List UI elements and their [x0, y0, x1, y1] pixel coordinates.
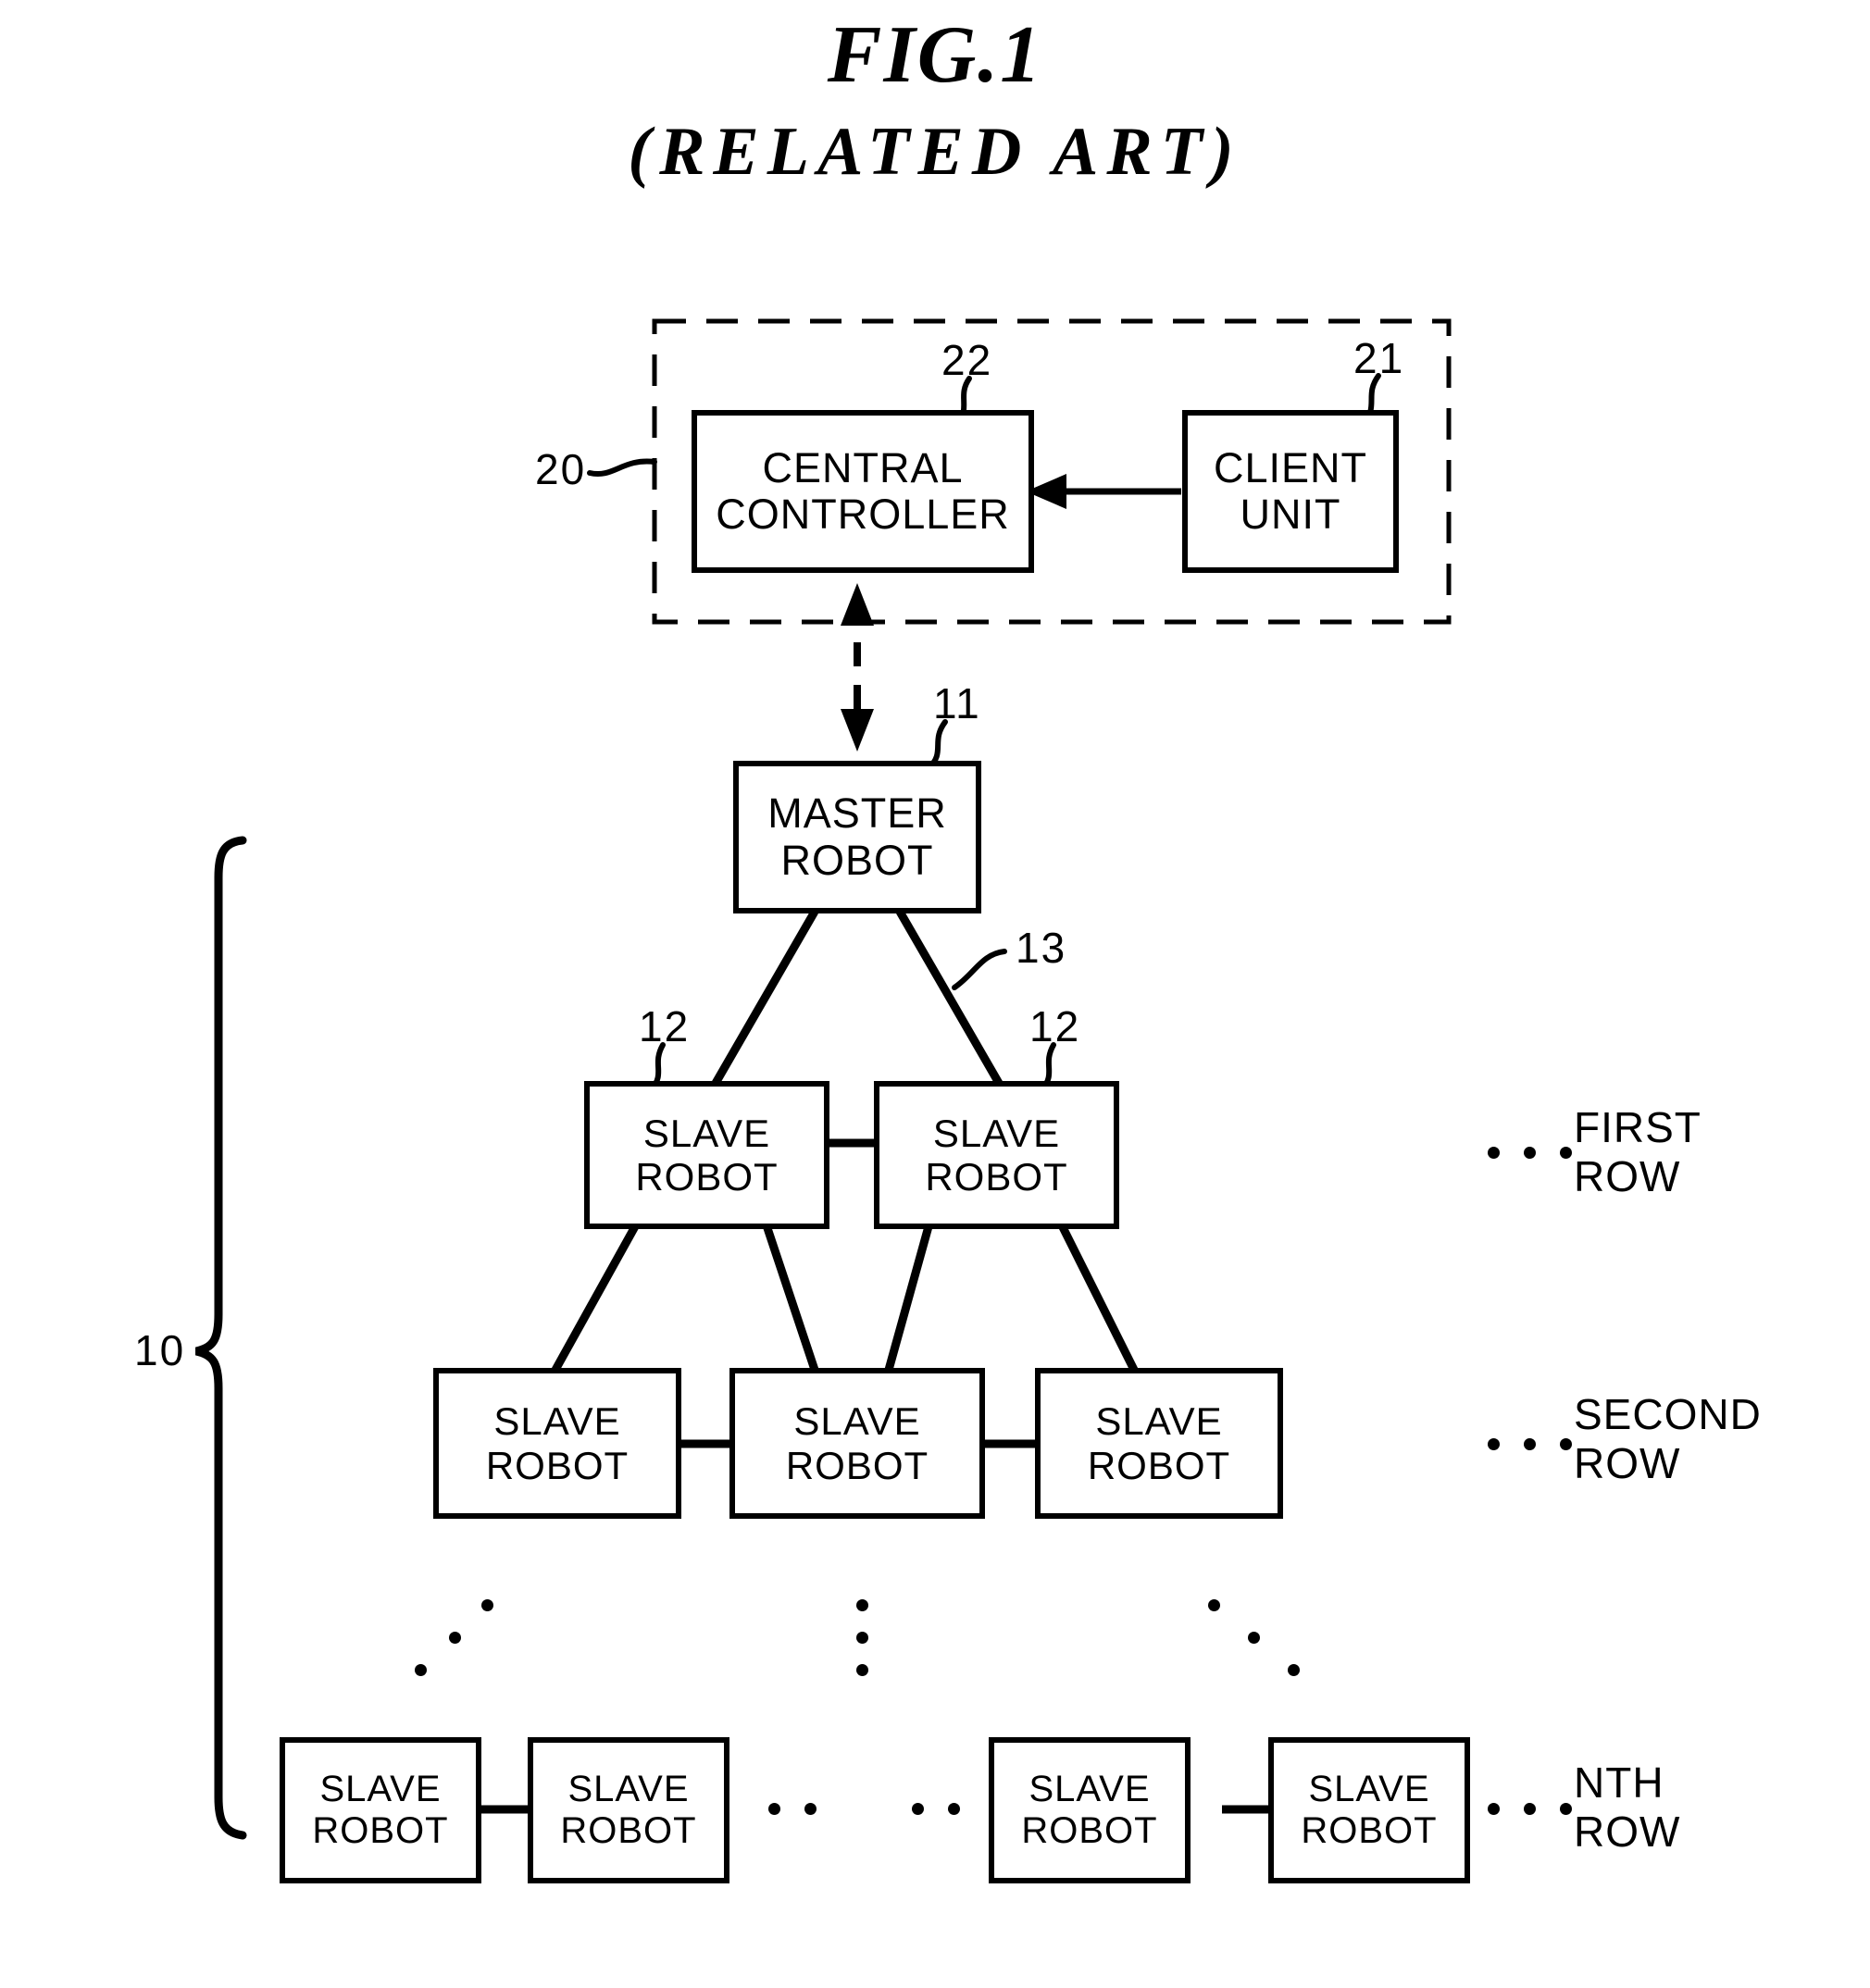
- ellipsis-dot: [1560, 1438, 1572, 1450]
- figure-title-block: FIG.1 (RELATED ART): [0, 10, 1870, 195]
- ref-numeral-20: 20: [535, 445, 587, 493]
- slave-label-line2: ROBOT: [925, 1155, 1068, 1199]
- node-master-robot[interactable]: MASTER ROBOT: [733, 761, 981, 913]
- ref-numeral-11: 11: [933, 679, 981, 727]
- leader-line-20: [587, 458, 657, 478]
- row-caption-second: SECOND ROW: [1574, 1390, 1762, 1488]
- slave-label-line1: SLAVE: [1095, 1399, 1223, 1444]
- slave-label-line1: SLAVE: [1028, 1769, 1151, 1810]
- slave-label-line2: ROBOT: [485, 1443, 630, 1487]
- slave-label-line2: ROBOT: [1301, 1810, 1438, 1851]
- ellipsis-dot: [948, 1803, 960, 1815]
- node-master-robot-line1: MASTER: [767, 789, 947, 838]
- arrowhead-up-controller: [841, 583, 874, 626]
- ellipsis-dot: [1560, 1147, 1572, 1159]
- node-slave-robot-nth-3[interactable]: SLAVE ROBOT: [989, 1737, 1191, 1883]
- ellipsis-dot: [856, 1664, 868, 1676]
- ellipsis-dot: [856, 1632, 868, 1644]
- ellipsis-dot: [1248, 1632, 1260, 1644]
- slave-label-line2: ROBOT: [560, 1810, 697, 1851]
- ref-numeral-22: 22: [941, 336, 993, 384]
- page-title: FIG.1: [827, 10, 1043, 100]
- slave-label-line1: SLAVE: [493, 1399, 621, 1444]
- node-client-unit-line2: UNIT: [1240, 491, 1341, 538]
- slave-label-line1: SLAVE: [932, 1111, 1061, 1155]
- ellipsis-dot: [1560, 1803, 1572, 1815]
- ref-numeral-10: 10: [134, 1326, 186, 1374]
- ellipsis-dot: [1488, 1438, 1500, 1450]
- link-master-to-row1-left: [711, 909, 818, 1087]
- ellipsis-dot: [1488, 1147, 1500, 1159]
- ellipsis-first-row: [1488, 1147, 1572, 1159]
- slave-label-line2: ROBOT: [785, 1443, 929, 1487]
- row-caption-nth-line2: ROW: [1574, 1807, 1681, 1856]
- group-brace-10: [194, 836, 247, 1840]
- node-slave-robot-row2-3[interactable]: SLAVE ROBOT: [1035, 1368, 1283, 1519]
- leader-line-13: [952, 949, 1007, 990]
- ellipsis-dot: [1288, 1664, 1300, 1676]
- node-client-unit-line1: CLIENT: [1213, 443, 1368, 491]
- node-central-controller[interactable]: CENTRAL CONTROLLER: [692, 410, 1034, 573]
- row-caption-first: FIRST ROW: [1574, 1103, 1702, 1201]
- link-master-to-row1-right: [896, 909, 1004, 1087]
- row-caption-second-line1: SECOND: [1574, 1390, 1762, 1438]
- row-caption-first-line2: ROW: [1574, 1151, 1681, 1200]
- ellipsis-dot: [856, 1599, 868, 1611]
- ellipsis-dot: [912, 1803, 924, 1815]
- slave-label-line1: SLAVE: [1308, 1769, 1430, 1810]
- slave-label-line1: SLAVE: [567, 1769, 690, 1810]
- slave-label-line2: ROBOT: [1087, 1443, 1231, 1487]
- ellipsis-dot: [1524, 1438, 1536, 1450]
- slave-label-line1: SLAVE: [319, 1769, 442, 1810]
- ellipsis-dot: [804, 1803, 817, 1815]
- ellipsis-nth-row: [1488, 1803, 1572, 1815]
- node-slave-robot-nth-1[interactable]: SLAVE ROBOT: [280, 1737, 481, 1883]
- node-central-controller-line2: CONTROLLER: [716, 491, 1010, 538]
- slave-label-line2: ROBOT: [312, 1810, 449, 1851]
- ref-numeral-12-right: 12: [1029, 1002, 1081, 1050]
- ellipsis-dot: [1524, 1803, 1536, 1815]
- figure-subtitle: (RELATED ART): [628, 114, 1242, 191]
- ref-numeral-12-left: 12: [639, 1002, 691, 1050]
- ellipsis-dot: [415, 1664, 427, 1676]
- node-slave-robot-row2-2[interactable]: SLAVE ROBOT: [729, 1368, 985, 1519]
- ellipsis-dot: [1208, 1599, 1220, 1611]
- row-caption-first-line1: FIRST: [1574, 1103, 1702, 1151]
- arrowhead-down-master: [841, 709, 874, 752]
- node-slave-robot-row2-1[interactable]: SLAVE ROBOT: [433, 1368, 681, 1519]
- row-caption-nth-line1: NTH: [1574, 1758, 1664, 1807]
- slave-label-line1: SLAVE: [793, 1399, 921, 1444]
- node-slave-robot-row1-1[interactable]: SLAVE ROBOT: [584, 1081, 829, 1229]
- ref-numeral-13: 13: [1016, 924, 1067, 972]
- ellipsis-dot: [481, 1599, 493, 1611]
- node-central-controller-line1: CENTRAL: [762, 443, 964, 491]
- node-client-unit[interactable]: CLIENT UNIT: [1182, 410, 1399, 573]
- node-master-robot-line2: ROBOT: [780, 836, 934, 884]
- slave-label-line2: ROBOT: [635, 1155, 779, 1199]
- node-slave-robot-row1-2[interactable]: SLAVE ROBOT: [874, 1081, 1119, 1229]
- row-caption-second-line2: ROW: [1574, 1438, 1681, 1487]
- slave-label-line2: ROBOT: [1021, 1810, 1158, 1851]
- ellipsis-dot: [1524, 1147, 1536, 1159]
- ellipsis-dot: [1488, 1803, 1500, 1815]
- ellipsis-dot: [449, 1632, 461, 1644]
- ellipsis-nth-row-gap-left: [768, 1803, 817, 1815]
- row-caption-nth: NTH ROW: [1574, 1758, 1680, 1857]
- diagram-linework: [194, 318, 1452, 1840]
- slave-label-line1: SLAVE: [642, 1111, 771, 1155]
- node-slave-robot-nth-4[interactable]: SLAVE ROBOT: [1268, 1737, 1470, 1883]
- figure-page: FIG.1 (RELATED ART) CENTRAL CONTROLLER C…: [0, 0, 1870, 1988]
- ref-numeral-21: 21: [1353, 334, 1405, 382]
- ellipsis-second-row: [1488, 1438, 1572, 1450]
- ellipsis-dot: [768, 1803, 780, 1815]
- ellipsis-nth-row-gap-right: [912, 1803, 960, 1815]
- node-slave-robot-nth-2[interactable]: SLAVE ROBOT: [528, 1737, 729, 1883]
